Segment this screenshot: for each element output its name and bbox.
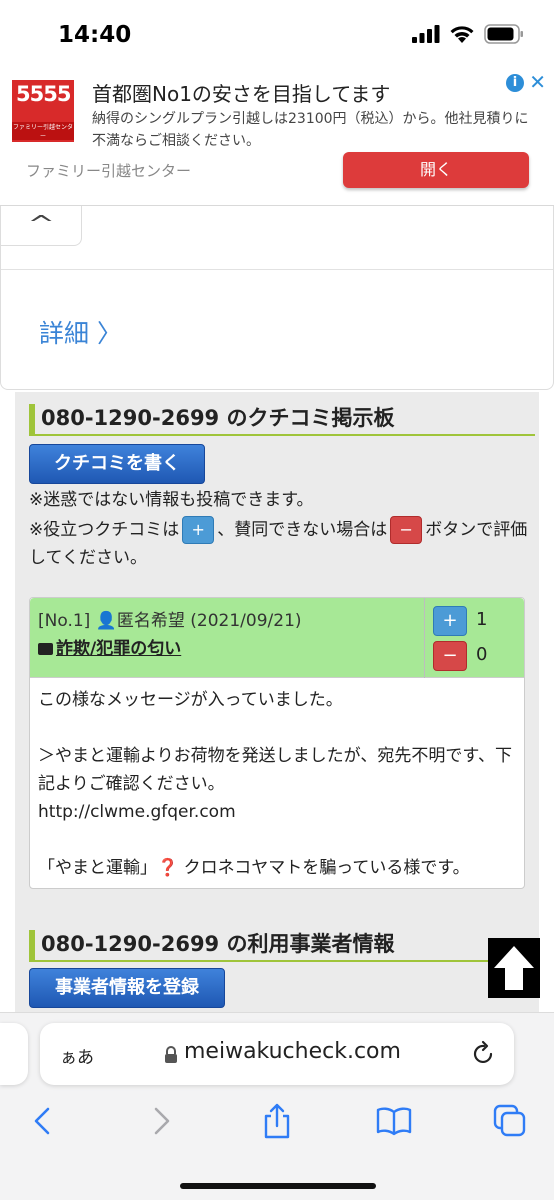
main-content: 080-1290-2699 のクチコミ掲示板 クチコミを書く ※迷惑ではない情報… (15, 392, 539, 1012)
reload-icon[interactable] (472, 1040, 496, 1066)
review-line: ＞やまと運輸よりお荷物を発送しましたが、宛先不明です、下記よりご確認ください。 (38, 746, 512, 794)
review-url-link[interactable]: http://clwme.gfqer.com (38, 798, 522, 826)
logo-text: 5555 (16, 82, 71, 106)
notice-text-mid: 、賛同できない場合は (217, 520, 388, 540)
notice-text-pre: ※役立つクチコミは (29, 520, 180, 540)
ad-banner[interactable]: 5555 ファミリー引越センター 首都圏No1の安さを目指してます 納得のシング… (0, 66, 554, 206)
text-size-button[interactable]: ぁあ (60, 1043, 94, 1068)
details-link[interactable]: 詳細 〉 (39, 314, 122, 350)
review-line: この様なメッセージが入っていました。 (38, 690, 343, 710)
bookmarks-button[interactable] (374, 1101, 414, 1141)
board-title: 080-1290-2699 のクチコミ掲示板 (29, 404, 535, 436)
write-review-button[interactable]: クチコミを書く (29, 444, 205, 484)
details-card: 詳細 〉 (0, 206, 554, 390)
collapse-button[interactable]: ^ (0, 206, 82, 246)
minus-icon: − (390, 516, 423, 544)
board-notice: ※迷惑ではない情報も投稿できます。 ※役立つクチコミは + 、賛同できない場合は − ボ… (29, 486, 533, 572)
review-category-link[interactable]: 詐欺/犯罪の匂い (38, 634, 181, 659)
home-indicator (180, 1183, 376, 1189)
browser-toolbar: ぁあ meiwakucheck.com (0, 1012, 554, 1200)
upvote-count: 1 (476, 609, 488, 630)
ad-close-icon[interactable]: ✕ (529, 70, 546, 94)
plus-icon: + (182, 516, 215, 544)
logo-subtext: ファミリー引越センター (12, 122, 74, 140)
review-meta: [No.1] 👤匿名希望 (2021/09/21) (38, 611, 302, 631)
chevron-left-icon (34, 1107, 50, 1135)
ad-info-icon[interactable]: i (506, 74, 524, 92)
lock-icon (165, 1046, 177, 1063)
status-time: 14:40 (58, 22, 132, 48)
review-line (38, 714, 522, 742)
divider (1, 269, 553, 270)
signal-icon (412, 25, 440, 43)
review-line: 「やまと運輸」❓ クロネコヤマトを騙っている様です。 (38, 858, 470, 878)
back-to-top-button[interactable] (488, 938, 540, 998)
chevron-up-icon: ^ (27, 212, 55, 237)
battery-icon (484, 24, 523, 44)
vote-divider (424, 598, 425, 678)
ad-advertiser-name: ファミリー引越センター (26, 162, 192, 180)
upvote-button[interactable]: + (433, 606, 467, 636)
register-operator-button[interactable]: 事業者情報を登録 (29, 968, 225, 1008)
comment-icon (38, 643, 53, 655)
chevron-right-icon (154, 1107, 170, 1135)
ad-title[interactable]: 首都圏No1の安さを目指してます (92, 78, 390, 107)
ad-open-button[interactable]: 開く (343, 152, 529, 188)
advertiser-logo: 5555 ファミリー引越センター (12, 80, 74, 142)
downvote-count: 0 (476, 644, 488, 665)
review-card: [No.1] 👤匿名希望 (2021/09/21) 詐欺/犯罪の匂い + 1 −… (29, 597, 525, 889)
ad-description: 納得のシングルプラン引越しは23100円（税込）から。他社見積りに不満ならご相談… (92, 111, 529, 149)
arrow-up-icon (494, 946, 534, 990)
url-text: meiwakucheck.com (184, 1039, 401, 1064)
notice-line-2: ※役立つクチコミは + 、賛同できない場合は − ボタンで評価してください。 (29, 516, 533, 572)
address-bar[interactable]: ぁあ meiwakucheck.com (40, 1023, 514, 1085)
status-bar: 14:40 (0, 0, 554, 66)
status-icons (412, 24, 524, 44)
review-header: [No.1] 👤匿名希望 (2021/09/21) 詐欺/犯罪の匂い + 1 −… (30, 598, 524, 678)
share-icon (264, 1103, 290, 1139)
downvote-button[interactable]: − (433, 641, 467, 671)
forward-button[interactable] (146, 1101, 178, 1141)
back-button[interactable] (26, 1101, 58, 1141)
share-button[interactable] (258, 1101, 296, 1141)
operator-title: 080-1290-2699 の利用事業者情報 (29, 930, 535, 962)
tabs-button[interactable] (492, 1101, 528, 1141)
tabs-icon (493, 1104, 526, 1137)
notice-line-1: ※迷惑ではない情報も投稿できます。 (29, 490, 314, 510)
wifi-icon (450, 25, 474, 43)
review-category: 詐欺/犯罪の匂い (56, 639, 182, 659)
previous-tab-peek[interactable] (0, 1023, 28, 1085)
review-line (38, 826, 522, 854)
book-icon (376, 1107, 412, 1136)
review-body: この様なメッセージが入っていました。 ＞やまと運輸よりお荷物を発送しましたが、宛… (38, 686, 522, 882)
